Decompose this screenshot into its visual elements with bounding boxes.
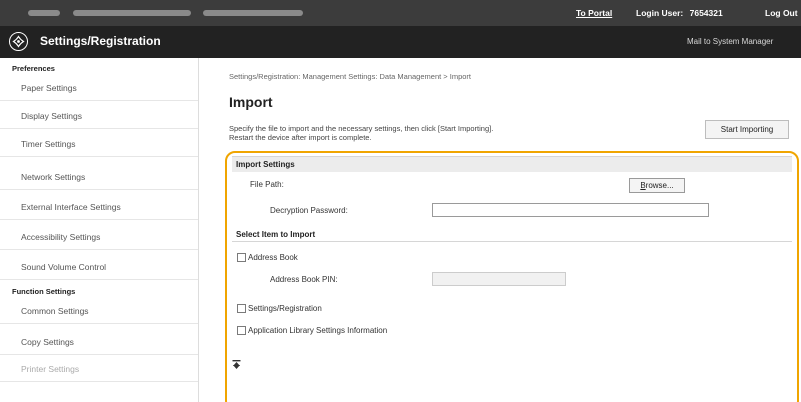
sidebar-item-common-settings[interactable]: Common Settings <box>0 299 198 324</box>
browse-label: rowse... <box>645 181 674 190</box>
sidebar-item-accessibility-settings[interactable]: Accessibility Settings <box>0 225 198 250</box>
address-book-pin-input[interactable] <box>432 272 566 286</box>
sidebar-item-copy-settings[interactable]: Copy Settings <box>0 330 198 355</box>
sidebar: Preferences Paper Settings Display Setti… <box>0 58 199 402</box>
login-user-info: Login User: 7654321 <box>636 8 723 18</box>
breadcrumb: Settings/Registration: Management Settin… <box>229 72 472 81</box>
main-content: Settings/Registration: Management Settin… <box>213 58 801 402</box>
description-line-1: Specify the file to import and the neces… <box>229 124 494 133</box>
login-user-id: 7654321 <box>689 8 723 18</box>
sidebar-item-label: Printer Settings <box>21 364 80 374</box>
settings-registration-label: Settings/Registration <box>248 304 322 313</box>
app-title: Settings/Registration <box>40 34 161 48</box>
select-item-heading: Select Item to Import <box>236 230 316 239</box>
device-path-blurred <box>28 8 313 17</box>
settings-registration-checkbox[interactable] <box>237 304 246 313</box>
decryption-password-label: Decryption Password: <box>270 206 348 215</box>
login-user-label: Login User: <box>636 8 684 18</box>
sidebar-item-label: Copy Settings <box>21 337 74 347</box>
settings-logo-icon <box>9 32 28 51</box>
sidebar-item-display-settings[interactable]: Display Settings <box>0 104 198 129</box>
page-title: Import <box>229 94 273 110</box>
sidebar-item-label: Display Settings <box>21 111 82 121</box>
decryption-password-input[interactable] <box>432 203 709 217</box>
sidebar-item-paper-settings[interactable]: Paper Settings <box>0 76 198 101</box>
scroll-to-top-icon[interactable] <box>232 360 241 371</box>
application-library-checkbox[interactable] <box>237 326 246 335</box>
sidebar-item-label: Timer Settings <box>21 139 76 149</box>
start-importing-button[interactable]: Start Importing <box>705 120 789 139</box>
sidebar-item-label: Accessibility Settings <box>21 232 101 242</box>
sidebar-heading-preferences: Preferences <box>12 64 55 73</box>
address-book-pin-label: Address Book PIN: <box>270 275 338 284</box>
browse-button[interactable]: Browse... <box>629 178 685 193</box>
sidebar-item-external-interface-settings[interactable]: External Interface Settings <box>0 195 198 220</box>
title-bar: Settings/Registration Mail to System Man… <box>0 26 801 58</box>
description-line-2: Restart the device after import is compl… <box>229 133 372 142</box>
sidebar-item-label: Network Settings <box>21 172 86 182</box>
address-book-label: Address Book <box>248 253 298 262</box>
sidebar-item-sound-volume-control[interactable]: Sound Volume Control <box>0 255 198 280</box>
sidebar-item-label: External Interface Settings <box>21 202 121 212</box>
sidebar-item-timer-settings[interactable]: Timer Settings <box>0 132 198 157</box>
sidebar-heading-function-settings: Function Settings <box>12 287 76 296</box>
address-book-checkbox[interactable] <box>237 253 246 262</box>
file-path-label: File Path: <box>250 180 284 189</box>
application-library-label: Application Library Settings Information <box>248 326 388 335</box>
sidebar-item-network-settings[interactable]: Network Settings <box>0 165 198 190</box>
to-portal-link[interactable]: To Portal <box>576 8 612 18</box>
top-bar: To Portal Login User: 7654321 Log Out <box>0 0 801 26</box>
sidebar-item-label: Paper Settings <box>21 83 77 93</box>
logout-link[interactable]: Log Out <box>765 8 798 18</box>
section-divider <box>232 241 792 242</box>
sidebar-item-label: Common Settings <box>21 306 89 316</box>
sidebar-item-label: Sound Volume Control <box>21 262 107 272</box>
description: Specify the file to import and the neces… <box>229 124 649 142</box>
import-settings-header: Import Settings <box>232 156 792 172</box>
mail-to-manager-link[interactable]: Mail to System Manager <box>687 37 773 46</box>
import-settings-heading: Import Settings <box>236 160 295 169</box>
sidebar-item-printer-settings[interactable]: Printer Settings <box>0 357 198 382</box>
